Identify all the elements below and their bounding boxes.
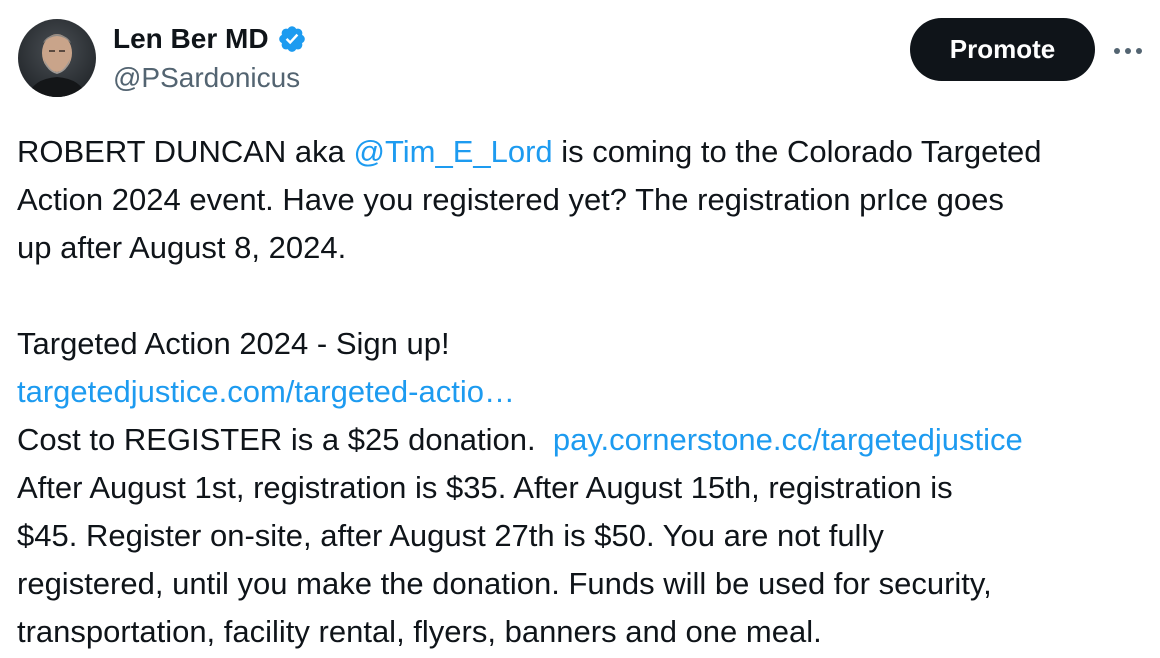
display-name[interactable]: Len Ber MD bbox=[113, 20, 269, 58]
tweet-line: After August 1st, registration is $35. A… bbox=[17, 470, 953, 505]
url-link[interactable]: targetedjustice.com/targeted-actio… bbox=[17, 374, 515, 409]
more-horizontal-icon[interactable] bbox=[1108, 36, 1148, 66]
tweet-line: Targeted Action 2024 - Sign up! bbox=[17, 326, 450, 361]
tweet-line: Action 2024 event. Have you registered y… bbox=[17, 182, 1004, 217]
user-handle[interactable]: @PSardonicus bbox=[113, 60, 300, 96]
tweet-text-segment: Cost to REGISTER is a $25 donation. bbox=[17, 422, 553, 457]
user-avatar[interactable] bbox=[18, 19, 96, 97]
tweet-line: Cost to REGISTER is a $25 donation. pay.… bbox=[17, 416, 1152, 464]
tweet-line: transportation, facility rental, flyers,… bbox=[17, 614, 822, 649]
display-name-row: Len Ber MD bbox=[113, 20, 307, 58]
tweet-text: ROBERT DUNCAN aka @Tim_E_Lord is coming … bbox=[17, 128, 1152, 656]
promote-button[interactable]: Promote bbox=[910, 18, 1095, 81]
tweet-text-segment: ROBERT DUNCAN aka bbox=[17, 134, 354, 169]
tweet-text-segment: is coming to the Colorado Targeted bbox=[552, 134, 1042, 169]
user-avatar-photo bbox=[18, 19, 96, 97]
mention-link[interactable]: @Tim_E_Lord bbox=[354, 134, 553, 169]
tweet-line: $45. Register on-site, after August 27th… bbox=[17, 518, 884, 553]
tweet-header: Len Ber MD @PSardonicus Promote bbox=[0, 0, 1160, 110]
tweet-line: targetedjustice.com/targeted-actio… bbox=[17, 368, 1152, 416]
tweet-line: up after August 8, 2024. bbox=[17, 230, 347, 265]
tweet-line: registered, until you make the donation.… bbox=[17, 566, 992, 601]
verified-badge-icon[interactable] bbox=[277, 24, 307, 54]
tweet-line: ROBERT DUNCAN aka @Tim_E_Lord is coming … bbox=[17, 128, 1152, 176]
url-link[interactable]: pay.cornerstone.cc/targetedjustice bbox=[553, 422, 1023, 457]
